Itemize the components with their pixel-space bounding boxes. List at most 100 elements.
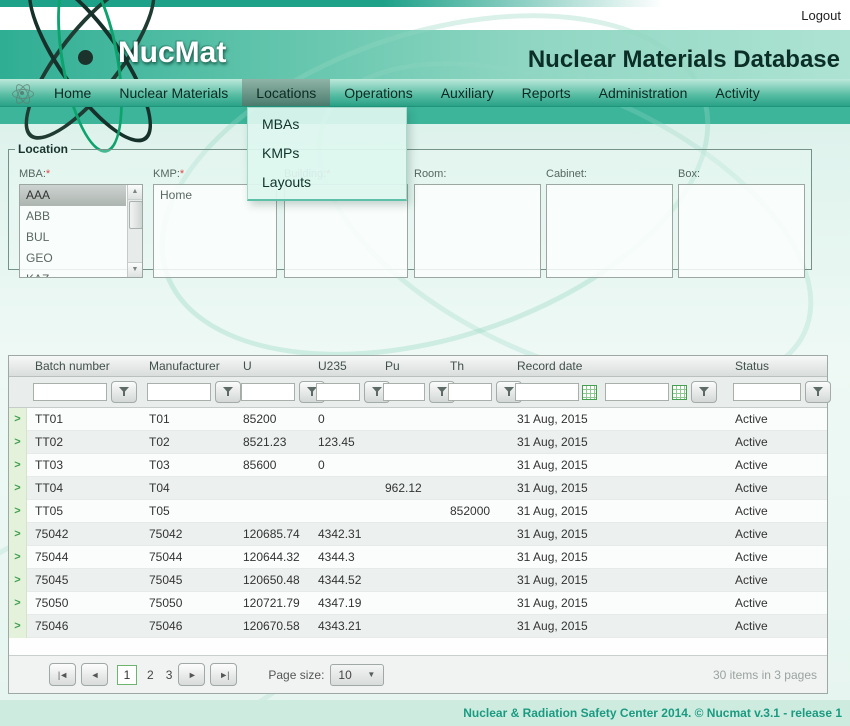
row-expand-icon[interactable]: > [9, 523, 27, 546]
scrollbar-thumb[interactable] [129, 201, 143, 229]
column-header-status[interactable]: Status [727, 359, 827, 373]
column-header-record-date[interactable]: Record date [509, 359, 727, 373]
nav-item-operations[interactable]: Operations [330, 79, 426, 106]
cell-pu: 962.12 [377, 481, 442, 495]
pager-current-page[interactable]: 1 [117, 665, 137, 685]
filter-input-record-date-to[interactable] [605, 383, 669, 401]
room-label: Room: [414, 168, 541, 180]
filter-input-record-date-from[interactable] [515, 383, 579, 401]
menu-item-layouts[interactable]: Layouts [248, 168, 406, 197]
cabinet-listbox[interactable] [546, 184, 673, 278]
cell-batch-number: TT04 [27, 481, 141, 495]
mba-field: MBA:* AAA ABB BUL GEO KAZ ▲ ▼ [19, 168, 143, 278]
cell-batch-number: 75044 [27, 550, 141, 564]
row-expand-icon[interactable]: > [9, 500, 27, 523]
cell-record-date: 31 Aug, 2015 [509, 412, 727, 426]
calendar-icon[interactable] [672, 385, 687, 400]
nav-item-activity[interactable]: Activity [701, 79, 773, 106]
pager-page-link[interactable]: 3 [166, 668, 173, 682]
cell-record-date: 31 Aug, 2015 [509, 619, 727, 633]
filter-input-manufacturer[interactable] [147, 383, 211, 401]
column-header-u235[interactable]: U235 [310, 359, 377, 373]
nav-item-auxiliary[interactable]: Auxiliary [427, 79, 508, 106]
cell-u: 120685.74 [235, 527, 310, 541]
calendar-icon[interactable] [582, 385, 597, 400]
pager-first-button[interactable]: |◄ [49, 663, 76, 686]
list-item[interactable]: AAA [20, 185, 126, 206]
column-header-manufacturer[interactable]: Manufacturer [141, 359, 235, 373]
table-row: > 75044 75044 120644.32 4344.3 31 Aug, 2… [9, 546, 827, 569]
cell-batch-number: 75042 [27, 527, 141, 541]
row-expand-icon[interactable]: > [9, 592, 27, 615]
filter-button[interactable] [111, 381, 137, 403]
cell-status: Active [727, 435, 827, 449]
list-item[interactable]: ABB [20, 206, 126, 227]
filter-button[interactable] [691, 381, 717, 403]
filter-input-u[interactable] [241, 383, 295, 401]
column-header-u[interactable]: U [235, 359, 310, 373]
pager-last-button[interactable]: ►| [210, 663, 237, 686]
cell-u235: 0 [310, 412, 377, 426]
filter-input-u235[interactable] [316, 383, 360, 401]
cell-batch-number: TT05 [27, 504, 141, 518]
table-row: > TT02 T02 8521.23 123.45 31 Aug, 2015 A… [9, 431, 827, 454]
row-expand-icon[interactable]: > [9, 569, 27, 592]
filter-input-pu[interactable] [383, 383, 425, 401]
column-header-batch-number[interactable]: Batch number [27, 359, 141, 373]
logout-link[interactable]: Logout [801, 8, 841, 23]
top-accent-strip [0, 0, 850, 7]
cell-record-date: 31 Aug, 2015 [509, 550, 727, 564]
required-asterisk: * [46, 168, 50, 180]
cell-u235: 4347.19 [310, 596, 377, 610]
cell-manufacturer: 75045 [141, 573, 235, 587]
menu-item-kmps[interactable]: KMPs [248, 139, 406, 168]
cell-record-date: 31 Aug, 2015 [509, 504, 727, 518]
pager-next-button[interactable]: ► [178, 663, 205, 686]
cell-u: 85200 [235, 412, 310, 426]
menu-item-mbas[interactable]: MBAs [248, 110, 406, 139]
filter-button[interactable] [805, 381, 831, 403]
list-item[interactable]: KAZ [20, 269, 126, 278]
page-size-value: 10 [331, 668, 367, 682]
row-expand-icon[interactable]: > [9, 454, 27, 477]
cell-u235: 0 [310, 458, 377, 472]
required-asterisk: * [180, 168, 184, 180]
row-expand-icon[interactable]: > [9, 431, 27, 454]
column-header-pu[interactable]: Pu [377, 359, 442, 373]
row-expand-icon[interactable]: > [9, 546, 27, 569]
scroll-down-icon[interactable]: ▼ [128, 262, 142, 277]
filter-input-status[interactable] [733, 383, 801, 401]
nav-item-home[interactable]: Home [40, 79, 105, 106]
pager-prev-button[interactable]: ◄ [81, 663, 108, 686]
cell-manufacturer: T03 [141, 458, 235, 472]
nav-item-reports[interactable]: Reports [508, 79, 585, 106]
nav-item-administration[interactable]: Administration [585, 79, 702, 106]
cell-status: Active [727, 504, 827, 518]
funnel-icon [813, 387, 823, 397]
room-listbox[interactable] [414, 184, 541, 278]
row-expand-icon[interactable]: > [9, 615, 27, 638]
table-row: > TT03 T03 85600 0 31 Aug, 2015 Active [9, 454, 827, 477]
main-nav: Home Nuclear Materials Locations Operati… [0, 79, 850, 107]
scroll-up-icon[interactable]: ▲ [128, 185, 142, 200]
scrollbar[interactable]: ▲ ▼ [127, 185, 142, 277]
cell-u: 8521.23 [235, 435, 310, 449]
mba-listbox[interactable]: AAA ABB BUL GEO KAZ ▲ ▼ [19, 184, 143, 278]
box-listbox[interactable] [678, 184, 805, 278]
list-item[interactable]: BUL [20, 227, 126, 248]
locations-dropdown-menu: MBAs KMPs Layouts [247, 107, 407, 201]
pager-page-link[interactable]: 2 [147, 668, 154, 682]
filter-input-th[interactable] [448, 383, 492, 401]
page-title: Nuclear Materials Database [528, 46, 840, 74]
nav-item-locations[interactable]: Locations [242, 79, 330, 106]
row-expand-icon[interactable]: > [9, 408, 27, 431]
grid-filter-row [9, 377, 827, 408]
page-size-dropdown[interactable]: 10 ▼ [330, 664, 384, 686]
cell-record-date: 31 Aug, 2015 [509, 527, 727, 541]
location-panel-legend: Location [15, 142, 71, 156]
column-header-th[interactable]: Th [442, 359, 509, 373]
row-expand-icon[interactable]: > [9, 477, 27, 500]
filter-input-batch-number[interactable] [33, 383, 107, 401]
list-item[interactable]: GEO [20, 248, 126, 269]
nav-item-nuclear-materials[interactable]: Nuclear Materials [105, 79, 242, 106]
